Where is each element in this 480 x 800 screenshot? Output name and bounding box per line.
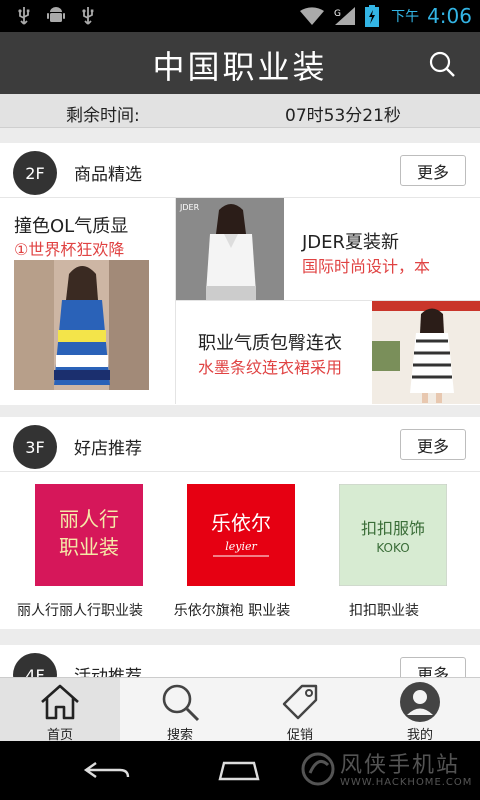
logo-text: 职业装 xyxy=(59,535,119,559)
tab-profile[interactable]: 我的 xyxy=(360,678,480,743)
floor-title: 好店推荐 xyxy=(74,439,142,459)
bottom-tab-bar: 首页 搜索 促销 我的 xyxy=(0,677,480,743)
promo-subtitle: 国际时尚设计，本 xyxy=(302,257,431,276)
promo-card[interactable]: 撞色OL气质显 ①世界杯狂欢降 xyxy=(0,198,175,404)
promo-title: JDER夏装新 xyxy=(302,232,400,253)
promo-subtitle: 水墨条纹连衣裙采用 xyxy=(198,358,343,377)
android-icon xyxy=(47,7,65,22)
countdown-label: 剩余时间: xyxy=(66,106,140,126)
tab-home[interactable]: 首页 xyxy=(0,678,120,743)
shop-item[interactable]: 丽人行 职业装 丽人行丽人行职业装 xyxy=(0,472,160,627)
status-bar: G 下午 4:06 xyxy=(0,0,480,32)
floor-section-2f: 2F 商品精选 更多 撞色OL气质显 ①世界杯狂欢降 JDER JDER夏装新 … xyxy=(0,143,480,405)
status-time: 4:06 xyxy=(427,4,472,28)
watermark: 风侠手机站 WWW.HACKHOME.COM xyxy=(300,747,473,797)
usb-icon xyxy=(18,7,30,25)
usb-debug-icon xyxy=(82,7,94,25)
wifi-icon xyxy=(300,7,325,25)
promo-card[interactable]: 职业气质包臀连衣 水墨条纹连衣裙采用 xyxy=(176,301,480,404)
home-nav-icon[interactable] xyxy=(214,757,264,783)
countdown-value: 07时53分21秒 xyxy=(285,106,401,126)
shop-name: 丽人行丽人行职业装 xyxy=(17,603,143,619)
floor-header: 2F 商品精选 更多 xyxy=(0,143,480,198)
product-image xyxy=(14,260,149,390)
shop-item[interactable]: 乐依尔 leyier 乐依尔旗袍 职业装 xyxy=(152,472,312,627)
tab-search[interactable]: 搜索 xyxy=(120,678,240,743)
promo-title: 职业气质包臀连衣 xyxy=(198,333,342,354)
status-ampm: 下午 xyxy=(391,9,420,25)
floor-section-3f: 3F 好店推荐 更多 丽人行 职业装 丽人行丽人行职业装 乐依尔 leyier … xyxy=(0,417,480,629)
shop-item[interactable]: 扣扣服饰 KOKO 扣扣职业装 xyxy=(304,472,464,627)
watermark-text: 风侠手机站 xyxy=(340,753,461,778)
promo-title: 撞色OL气质显 xyxy=(14,216,129,237)
floor-title: 商品精选 xyxy=(74,165,142,185)
product-image: JDER xyxy=(176,198,284,300)
countdown-bar: 剩余时间: 07时53分21秒 xyxy=(0,94,480,128)
shop-logo: 乐依尔 leyier xyxy=(187,484,295,586)
svg-text:G: G xyxy=(334,9,341,19)
promo-subtitle: ①世界杯狂欢降 xyxy=(14,240,125,259)
system-nav-bar: 风侠手机站 WWW.HACKHOME.COM xyxy=(0,741,480,800)
floor-header: 3F 好店推荐 更多 xyxy=(0,417,480,472)
shop-logo: 丽人行 职业装 xyxy=(35,484,143,586)
tag-icon xyxy=(282,684,318,720)
logo-text: 乐依尔 xyxy=(211,511,271,535)
battery-icon xyxy=(365,5,380,27)
watermark-url: WWW.HACKHOME.COM xyxy=(340,777,473,788)
search-icon[interactable] xyxy=(428,50,456,78)
back-icon[interactable] xyxy=(82,757,132,783)
logo-text: 扣扣服饰 xyxy=(361,519,425,538)
brand-text: JDER xyxy=(179,203,200,212)
home-icon xyxy=(41,684,79,720)
shop-name: 扣扣职业装 xyxy=(349,603,419,619)
more-button[interactable]: 更多 xyxy=(400,155,466,186)
logo-text: leyier xyxy=(225,540,257,553)
floor-badge: 3F xyxy=(13,425,57,469)
watermark-logo-icon xyxy=(301,752,335,786)
logo-text: KOKO xyxy=(376,541,409,555)
page-title: 中国职业装 xyxy=(152,48,328,86)
tab-promotions[interactable]: 促销 xyxy=(240,678,360,743)
user-icon xyxy=(400,682,440,722)
app-header: 中国职业装 xyxy=(0,32,480,94)
more-button[interactable]: 更多 xyxy=(400,429,466,460)
product-image xyxy=(372,301,480,404)
search-icon xyxy=(162,684,200,722)
logo-text: 丽人行 xyxy=(59,507,119,531)
shop-logo: 扣扣服饰 KOKO xyxy=(339,484,447,586)
shop-name: 乐依尔旗袍 职业装 xyxy=(173,603,291,619)
promo-card[interactable]: JDER JDER夏装新 国际时尚设计，本 xyxy=(176,198,480,300)
floor-badge: 2F xyxy=(13,151,57,195)
signal-icon: G xyxy=(334,7,356,25)
